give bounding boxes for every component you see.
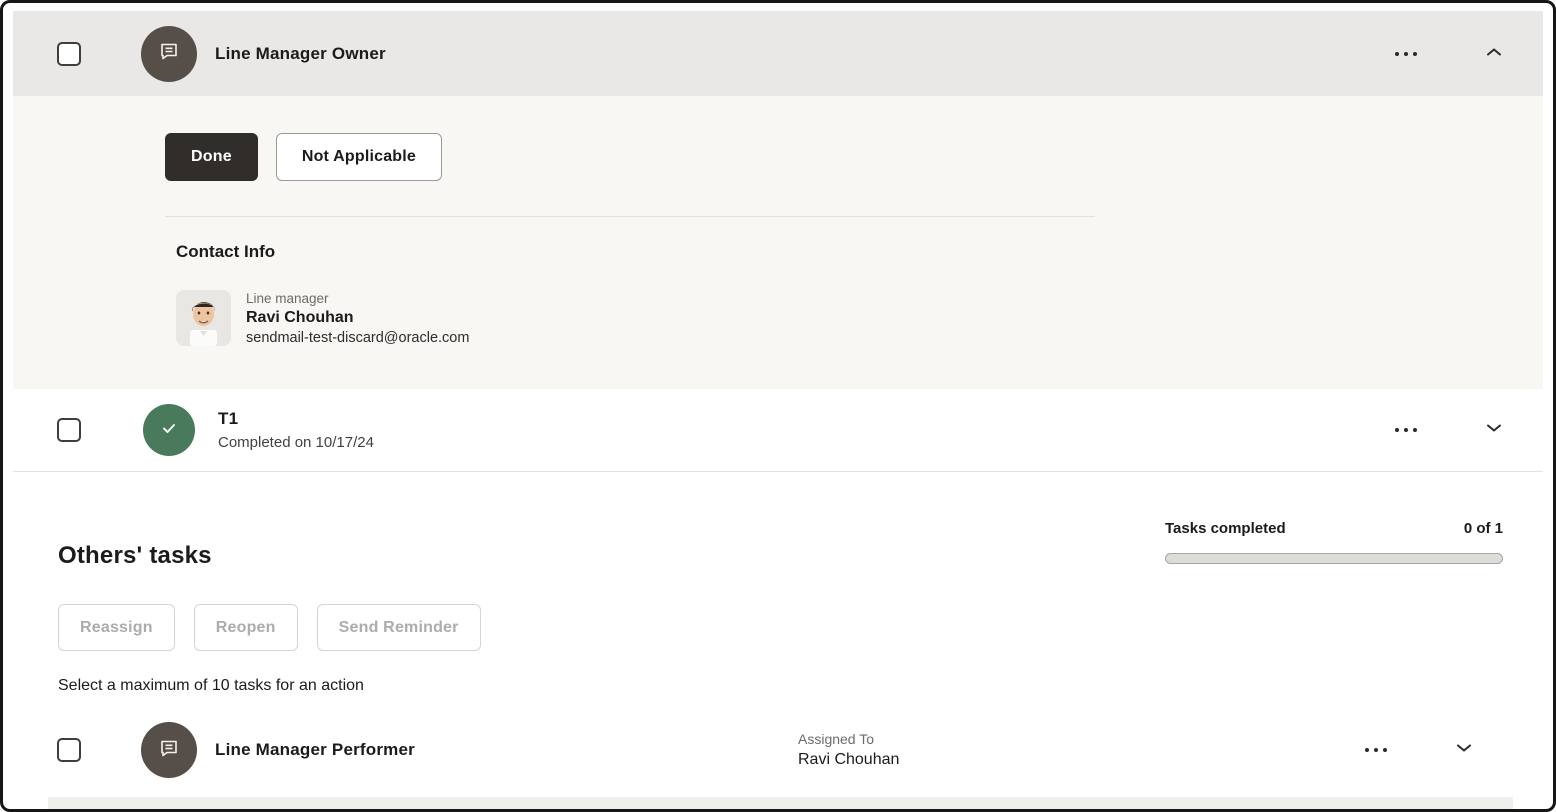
task-avatar bbox=[141, 25, 197, 82]
owner-task-checkbox[interactable] bbox=[57, 41, 81, 66]
progress-bar bbox=[1165, 553, 1503, 564]
assigned-to-block: Assigned To Ravi Chouhan bbox=[798, 731, 899, 769]
contact-card: Line manager Ravi Chouhan sendmail-test-… bbox=[176, 290, 1543, 346]
t1-task-menu-button[interactable] bbox=[1389, 422, 1423, 438]
owner-task-collapse-button[interactable] bbox=[1481, 41, 1507, 67]
performer-task-expand-button[interactable] bbox=[1451, 737, 1477, 763]
send-reminder-button[interactable]: Send Reminder bbox=[316, 604, 481, 651]
checkmark-icon bbox=[158, 417, 180, 444]
tasks-progress: Tasks completed 0 of 1 bbox=[1165, 520, 1503, 564]
performer-task-menu-button[interactable] bbox=[1359, 742, 1393, 758]
journey-tasks-panel: Line Manager Owner Done Not Applicable C… bbox=[0, 0, 1556, 812]
progress-count: 0 of 1 bbox=[1463, 520, 1503, 537]
t1-task-title: T1 bbox=[218, 409, 239, 428]
contact-email: sendmail-test-discard@oracle.com bbox=[246, 330, 470, 346]
owner-task-detail-panel: Done Not Applicable Contact Info Line ma… bbox=[13, 96, 1543, 389]
t1-task-checkbox[interactable] bbox=[57, 418, 81, 442]
assigned-to-name: Ravi Chouhan bbox=[798, 751, 900, 768]
contact-role: Line manager bbox=[246, 291, 329, 306]
chat-bubble-icon bbox=[157, 736, 181, 765]
contact-name: Ravi Chouhan bbox=[246, 309, 354, 326]
task-avatar bbox=[141, 722, 197, 778]
chat-bubble-icon bbox=[157, 39, 181, 68]
reassign-button[interactable]: Reassign bbox=[58, 604, 175, 651]
contact-info-heading: Contact Info bbox=[176, 242, 276, 261]
selection-limit-note: Select a maximum of 10 tasks for an acti… bbox=[58, 677, 364, 694]
contact-photo bbox=[176, 290, 231, 346]
chevron-up-icon bbox=[1485, 45, 1503, 63]
not-applicable-button[interactable]: Not Applicable bbox=[275, 133, 443, 181]
performer-task-title: Line Manager Performer bbox=[215, 740, 415, 759]
ellipsis-icon bbox=[1395, 51, 1417, 56]
ellipsis-icon bbox=[1395, 428, 1417, 432]
others-tasks-heading: Others' tasks bbox=[58, 542, 212, 569]
owner-task-row[interactable]: Line Manager Owner bbox=[13, 11, 1543, 96]
chevron-down-icon bbox=[1485, 421, 1503, 439]
t1-task-status: Completed on 10/17/24 bbox=[218, 434, 374, 451]
performer-task-row[interactable]: Line Manager Performer Assigned To Ravi … bbox=[57, 711, 1503, 789]
performer-task-checkbox[interactable] bbox=[57, 738, 81, 762]
others-tasks-section: Others' tasks Tasks completed 0 of 1 Rea… bbox=[13, 472, 1543, 809]
next-section-edge bbox=[48, 797, 1513, 809]
t1-task-expand-button[interactable] bbox=[1481, 417, 1507, 443]
completed-status-badge bbox=[143, 404, 195, 456]
reopen-button[interactable]: Reopen bbox=[193, 604, 298, 651]
chevron-down-icon bbox=[1455, 741, 1473, 759]
owner-task-title: Line Manager Owner bbox=[215, 43, 386, 63]
progress-label: Tasks completed bbox=[1165, 520, 1286, 537]
ellipsis-icon bbox=[1365, 748, 1387, 752]
t1-task-row[interactable]: T1 Completed on 10/17/24 bbox=[13, 389, 1543, 472]
panel-divider bbox=[165, 216, 1095, 217]
done-button[interactable]: Done bbox=[165, 133, 258, 181]
assigned-to-label: Assigned To bbox=[798, 731, 875, 747]
owner-task-menu-button[interactable] bbox=[1389, 46, 1423, 62]
